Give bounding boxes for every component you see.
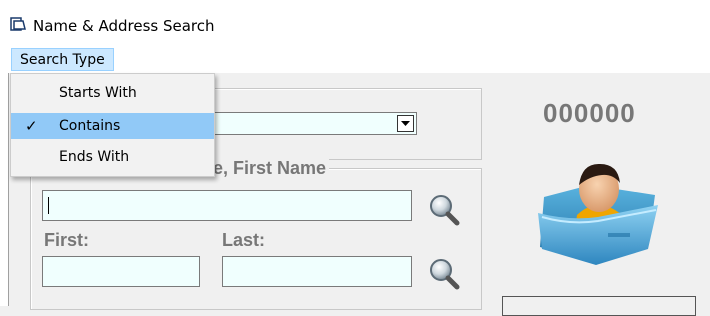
first-name-label: First: (44, 230, 89, 250)
search-type-combo[interactable] (214, 112, 417, 135)
menu-item-label: Contains (59, 118, 121, 134)
text-caret (48, 197, 49, 214)
menu-item-contains[interactable]: ✓ Contains (11, 113, 214, 139)
title-bar: Name & Address Search (0, 0, 710, 46)
menu-item-label: Ends With (59, 149, 130, 165)
chevron-down-icon (401, 121, 410, 126)
search-first-last-icon[interactable] (426, 256, 462, 292)
full-name-input[interactable] (42, 190, 412, 221)
menu-search-type[interactable]: Search Type (11, 48, 114, 71)
checkmark-icon: ✓ (25, 117, 38, 135)
menu-item-label: Starts With (59, 85, 137, 101)
last-name-input[interactable] (222, 256, 412, 287)
window-title: Name & Address Search (33, 17, 215, 35)
search-type-dropdown-menu: Starts With ✓ Contains Ends With (10, 73, 215, 177)
search-full-name-icon[interactable] (426, 192, 462, 228)
person-folder-icon (538, 163, 658, 265)
window-app-icon (10, 17, 26, 31)
menu-item-starts-with[interactable]: Starts With (11, 80, 214, 106)
left-panel-edge (0, 73, 9, 306)
first-name-input[interactable] (42, 256, 200, 287)
last-name-label: Last: (222, 230, 266, 250)
combo-dropdown-button[interactable] (397, 115, 414, 132)
menu-item-ends-with[interactable]: Ends With (11, 144, 214, 170)
menu-bar: Search Type (0, 46, 710, 73)
record-id-number: 000000 (543, 98, 636, 128)
bottom-action-button[interactable] (502, 296, 696, 316)
